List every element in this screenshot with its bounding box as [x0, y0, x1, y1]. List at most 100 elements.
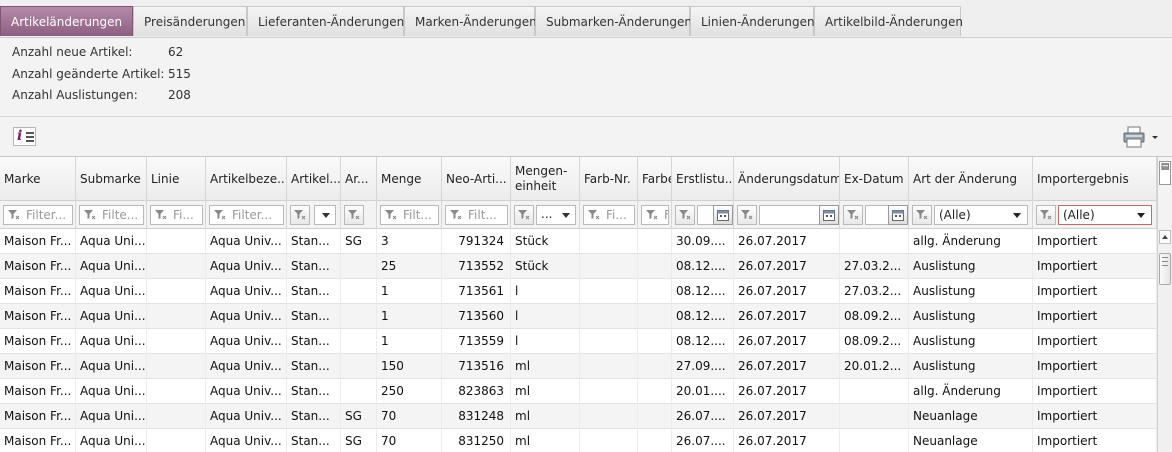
- filter-icon: [294, 210, 306, 220]
- column-header-label: Menge: [381, 171, 422, 186]
- table-cell: [580, 404, 638, 429]
- filter-icon: [450, 210, 462, 220]
- filter-operator-button[interactable]: [290, 205, 310, 225]
- table-cell: Aqua Uni...: [76, 279, 147, 304]
- filter-operator-button[interactable]: [1036, 205, 1056, 225]
- print-button[interactable]: [1122, 125, 1162, 149]
- table-row[interactable]: Maison Fr... Aqua Uni... Aqua Univ... Stan.…: [0, 279, 1157, 304]
- table-cell: [147, 379, 206, 404]
- tab-0[interactable]: Artikeländerungen: [0, 6, 133, 36]
- filter-icon: [916, 210, 928, 220]
- tab-5[interactable]: Linien-Änderungen: [690, 6, 815, 36]
- column-header[interactable]: Farbe: [638, 157, 672, 201]
- table-cell: Aqua Univ...: [206, 229, 287, 254]
- tab-1[interactable]: Preisänderungen: [133, 6, 247, 36]
- table-row[interactable]: Maison Fr... Aqua Uni... Aqua Univ... Stan.…: [0, 329, 1157, 354]
- table-cell: [580, 229, 638, 254]
- filter-input[interactable]: Filter...: [3, 205, 73, 225]
- table-cell: [638, 304, 672, 329]
- column-header[interactable]: Ar...: [341, 157, 377, 201]
- filter-icon: [155, 210, 167, 220]
- table-row[interactable]: Maison Fr... Aqua Uni... Aqua Univ... Stan.…: [0, 304, 1157, 329]
- info-list-button[interactable]: i: [13, 127, 36, 146]
- calendar-icon[interactable]: [888, 205, 908, 225]
- table-cell: [638, 404, 672, 429]
- table-cell: Stück: [511, 229, 580, 254]
- tab-3[interactable]: Marken-Änderungen: [404, 6, 537, 36]
- filter-input[interactable]: Fi...: [583, 205, 635, 225]
- filter-select[interactable]: (Alle): [934, 205, 1028, 225]
- column-chooser-icon[interactable]: ▤: [1159, 161, 1171, 185]
- column-header[interactable]: Mengen- einheit: [511, 157, 580, 201]
- column-header[interactable]: Ex-Datum: [840, 157, 909, 201]
- column-header[interactable]: Erstlistu...: [672, 157, 734, 201]
- filter-input[interactable]: Filte...: [79, 205, 144, 225]
- table-cell: 26.07.2017: [734, 379, 840, 404]
- column-header[interactable]: Marke: [0, 157, 76, 201]
- column-header[interactable]: Art der Änderung: [909, 157, 1033, 201]
- table-cell: Aqua Univ...: [206, 329, 287, 354]
- vertical-scrollbar[interactable]: ▤: [1157, 157, 1172, 452]
- column-header[interactable]: Neo-Arti...: [442, 157, 511, 201]
- filter-operator-button[interactable]: [912, 205, 932, 225]
- filter-input[interactable]: Filter...: [209, 205, 284, 225]
- filter-operator-button[interactable]: [514, 205, 534, 225]
- filter-select[interactable]: (Alle): [1058, 205, 1152, 225]
- calendar-icon[interactable]: [819, 205, 839, 225]
- stat-delistings: Anzahl Auslistungen: 208: [12, 87, 191, 109]
- column-header[interactable]: Linie: [147, 157, 206, 201]
- column-header[interactable]: Artikel...: [287, 157, 341, 201]
- table-row[interactable]: Maison Fr... Aqua Uni... Aqua Univ... Stan.…: [0, 354, 1157, 379]
- filter-input[interactable]: F: [641, 205, 669, 225]
- filter-operator-button[interactable]: [737, 205, 757, 225]
- filter-cell: [734, 201, 840, 229]
- filter-operator-button[interactable]: [675, 205, 695, 225]
- filter-dropdown[interactable]: [314, 205, 336, 225]
- filter-input[interactable]: Filt...: [445, 205, 508, 225]
- table-row[interactable]: Maison Fr... Aqua Uni... Aqua Univ... Stan.…: [0, 229, 1157, 254]
- table-cell: 26.07.2017: [734, 329, 840, 354]
- table-cell: 831250: [442, 429, 511, 452]
- column-header[interactable]: Importergebnis: [1033, 157, 1157, 201]
- column-header[interactable]: Menge: [377, 157, 442, 201]
- table-cell: [840, 429, 909, 452]
- table-cell: Auslistung: [909, 354, 1033, 379]
- table-cell: Maison Fr...: [0, 229, 76, 254]
- tab-bar: Artikeländerungen Preisänderungen Lieferan…: [0, 0, 1172, 38]
- table-cell: 1: [377, 329, 442, 354]
- table-cell: Auslistung: [909, 304, 1033, 329]
- column-header[interactable]: Artikelbeze...: [206, 157, 287, 201]
- column-header[interactable]: Änderungsdatum: [734, 157, 840, 201]
- scroll-up-arrow[interactable]: [1159, 230, 1171, 244]
- table-row[interactable]: Maison Fr... Aqua Uni... Aqua Univ... Stan.…: [0, 429, 1157, 452]
- filter-operator-button[interactable]: [843, 205, 863, 225]
- table-cell: Aqua Uni...: [76, 354, 147, 379]
- filter-input[interactable]: Filt...: [380, 205, 439, 225]
- date-filter-input[interactable]: [865, 205, 908, 225]
- table-cell: Auslistung: [909, 254, 1033, 279]
- filter-placeholder: Fi...: [173, 208, 194, 222]
- table-cell: Maison Fr...: [0, 404, 76, 429]
- tab-6[interactable]: Artikelbild-Änderungen: [814, 6, 963, 36]
- filter-dropdown[interactable]: ...: [536, 205, 576, 225]
- filter-input[interactable]: Fi...: [150, 205, 203, 225]
- filter-operator-button[interactable]: [344, 205, 364, 225]
- scroll-thumb[interactable]: [1159, 253, 1171, 285]
- tab-4[interactable]: Submarken-Änderungen: [535, 6, 692, 36]
- table-row[interactable]: Maison Fr... Aqua Uni... Aqua Univ... Stan.…: [0, 379, 1157, 404]
- table-row[interactable]: Maison Fr... Aqua Uni... Aqua Univ... Stan.…: [0, 404, 1157, 429]
- calendar-icon[interactable]: [713, 205, 733, 225]
- table-cell: [147, 404, 206, 429]
- date-filter-input[interactable]: [759, 205, 839, 225]
- filter-cell: [341, 201, 377, 229]
- date-filter-input[interactable]: [697, 205, 733, 225]
- column-header[interactable]: Submarke: [76, 157, 147, 201]
- table-cell: Maison Fr...: [0, 354, 76, 379]
- table-row[interactable]: Maison Fr... Aqua Uni... Aqua Univ... Stan.…: [0, 254, 1157, 279]
- table-cell: [638, 279, 672, 304]
- column-header[interactable]: Farb-Nr.: [580, 157, 638, 201]
- tab-2[interactable]: Lieferanten-Änderungen: [247, 6, 404, 36]
- column-header-label: Submarke: [80, 171, 141, 186]
- table-cell: Importiert: [1033, 229, 1157, 254]
- column-header-label: Linie: [151, 171, 180, 186]
